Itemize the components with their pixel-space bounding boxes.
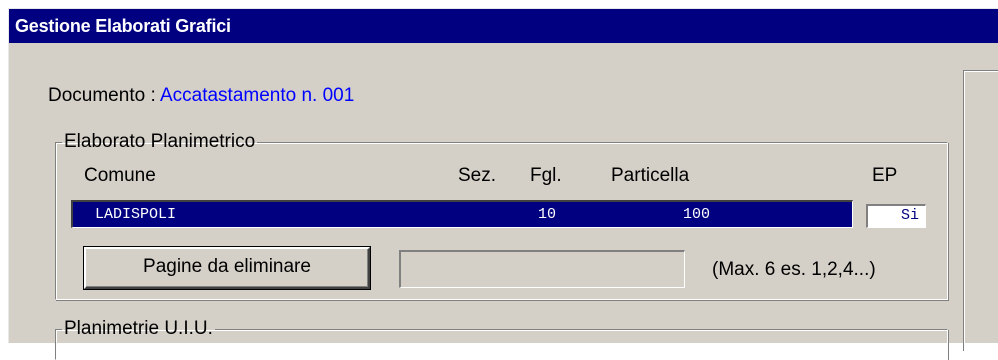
planimetrie-uiu-group: Planimetrie U.I.U. [55, 318, 948, 360]
column-header-sez: Sez. [458, 165, 497, 186]
title-bar[interactable]: Gestione Elaborati Grafici [9, 9, 998, 43]
cell-fgl: 10 [538, 206, 557, 223]
column-header-particella: Particella [611, 165, 690, 186]
column-header-ep: EP [872, 165, 898, 186]
elaborato-row-selected[interactable]: LADISPOLI 10 100 [71, 200, 853, 228]
elaborato-planimetrico-legend: Elaborato Planimetrico [64, 131, 256, 152]
ep-field[interactable]: Si [866, 204, 926, 228]
planimetrie-uiu-legend: Planimetrie U.I.U. [64, 318, 213, 339]
cell-comune: LADISPOLI [95, 206, 177, 223]
side-panel [963, 70, 998, 351]
window-title: Gestione Elaborati Grafici [15, 16, 231, 36]
pagine-da-eliminare-button[interactable]: Pagine da eliminare [83, 246, 371, 290]
pages-hint: (Max. 6 es. 1,2,4...) [712, 259, 876, 280]
pages-to-delete-input[interactable] [399, 250, 685, 288]
cell-particella: 100 [683, 206, 711, 223]
documento-value: Accatastamento n. 001 [159, 85, 355, 106]
column-header-comune: Comune [84, 165, 156, 186]
column-header-fgl: Fgl. [530, 165, 562, 186]
documento-label: Documento : Accatastamento n. 001 [48, 85, 354, 107]
documento-caption: Documento : [48, 85, 160, 106]
